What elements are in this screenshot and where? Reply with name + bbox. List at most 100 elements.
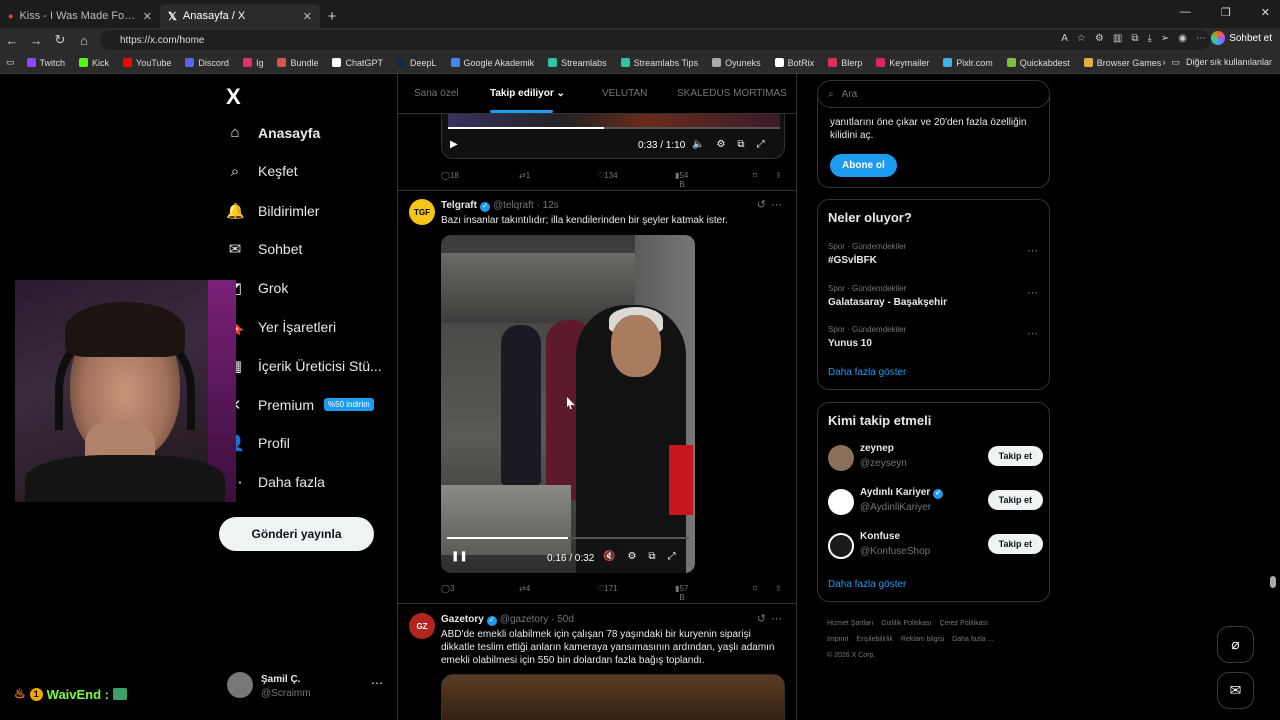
home-button-icon[interactable]: ⌂	[72, 33, 96, 48]
pip-icon[interactable]: ⧉	[737, 139, 744, 150]
reload-icon[interactable]: ↻	[48, 32, 72, 48]
sidebar-item-premium[interactable]: ✕Premium%50 indirim	[226, 396, 374, 414]
favorite-star-icon[interactable]: ☆	[1077, 33, 1086, 44]
bookmark-icon[interactable]: ⌑	[753, 584, 757, 593]
share-icon[interactable]: ⇪	[775, 584, 782, 593]
bookmark-item[interactable]: Oyuneks	[712, 58, 761, 68]
sidebar-item-more-circle[interactable]: ⋯Daha fazla	[226, 473, 325, 491]
follow-name[interactable]: Konfuse	[860, 531, 900, 542]
footer-link[interactable]: Daha fazla ...	[952, 636, 993, 643]
footer-link[interactable]: Gizlilik Politikası	[881, 620, 931, 627]
tweet-time[interactable]: 50d	[557, 614, 574, 625]
tweet-handle[interactable]: @gazetory	[500, 614, 549, 625]
bookmark-item[interactable]: Quickabdest	[1006, 58, 1070, 68]
footer-link[interactable]: Imprint	[827, 636, 848, 643]
minimize-icon[interactable]: —	[1180, 6, 1191, 19]
sidebar-item-search[interactable]: ⌕ Keşfet	[226, 163, 298, 180]
follow-suggestion[interactable]: Konfuse @KonfuseShop Takip et	[828, 531, 1043, 565]
play-icon[interactable]: ▶	[450, 139, 458, 150]
bookmark-item[interactable]: Streamlabs Tips	[620, 58, 698, 68]
bookmark-item[interactable]: Keymailer	[876, 58, 929, 68]
sidebar-item-home[interactable]: ⌂ Anasayfa	[226, 124, 320, 141]
back-icon[interactable]: ←	[0, 33, 24, 48]
reply-button[interactable]: ◯ 18	[441, 171, 459, 180]
trend-item[interactable]: Spor · Gündemdekiler Galatasaray - Başak…	[828, 284, 1038, 308]
close-window-icon[interactable]: ✕	[1261, 6, 1270, 19]
bookmark-item[interactable]: Browser Games	[1083, 58, 1161, 68]
sidebar-item-creator-studio[interactable]: ▦İçerik Üreticisi Stü...	[226, 357, 382, 375]
x-logo-icon[interactable]: X	[226, 84, 241, 110]
chevron-right-icon[interactable]: ›	[1162, 57, 1165, 68]
video-progress-bar[interactable]	[448, 127, 780, 129]
previous-tweet-video[interactable]: ▶ 0:33 / 1:10 🔈 ⚙ ⧉ ⤢	[441, 114, 785, 159]
collections-icon[interactable]: ⧉	[1131, 33, 1138, 44]
account-switcher[interactable]: Şamil Ç. @Scraimm ⋯	[227, 672, 387, 702]
footer-link[interactable]: © 2026 X Corp.	[827, 652, 875, 659]
copilot-chat-button[interactable]: Sohbet et	[1211, 31, 1272, 45]
bookmark-item[interactable]: YouTube	[123, 58, 171, 68]
like-button[interactable]: ♡ 171	[597, 584, 618, 593]
volume-icon[interactable]: 🔈	[692, 139, 704, 150]
bookmarks-menu-icon[interactable]: ▭	[6, 57, 15, 68]
menu-dots-icon[interactable]: ⋯	[1196, 33, 1206, 44]
bookmark-item[interactable]: Ig	[242, 58, 263, 68]
avatar[interactable]	[828, 489, 854, 515]
fullscreen-icon[interactable]: ⤢	[757, 139, 765, 150]
tweet-avatar[interactable]: GZ	[409, 613, 435, 639]
tweet-more-icon[interactable]: ⋯	[771, 198, 782, 211]
tweet-time[interactable]: 12s	[543, 200, 559, 211]
tweet-avatar[interactable]: TGF	[409, 199, 435, 225]
follow-name[interactable]: Aydınlı Kariyer ✓	[860, 487, 943, 499]
avatar[interactable]	[828, 533, 854, 559]
more-icon[interactable]: ⋯	[1027, 244, 1038, 257]
more-icon[interactable]: ⋯	[1027, 327, 1038, 340]
tab-sana-ozel[interactable]: Sana özel	[414, 88, 458, 99]
close-icon[interactable]: ✕	[143, 10, 152, 23]
bookmark-item[interactable]: ChatGPT	[332, 58, 383, 68]
tweet-more-icon[interactable]: ⋯	[771, 612, 782, 625]
pip-icon[interactable]: ⧉	[648, 551, 655, 562]
tweet-author[interactable]: Telgraft	[441, 200, 477, 211]
share-icon[interactable]: ⇪	[775, 171, 782, 180]
footer-link[interactable]: Çerez Politikası	[939, 620, 988, 627]
views-button[interactable]: ▮ 57 B	[675, 584, 688, 602]
repost-button[interactable]: ⇄ 4	[519, 584, 530, 593]
sidebar-item-bell[interactable]: 🔔 Bildirimler	[226, 202, 319, 220]
reply-button[interactable]: ◯ 3	[441, 584, 454, 593]
like-button[interactable]: ♡ 134	[597, 171, 618, 180]
settings-icon[interactable]: ⚙	[716, 139, 725, 150]
scrollbar-thumb[interactable]	[1270, 576, 1276, 588]
bookmark-item[interactable]: DeepL	[397, 58, 437, 68]
grok-fab-icon[interactable]: ⌀	[1217, 626, 1254, 663]
split-screen-icon[interactable]: ▥	[1113, 33, 1122, 44]
bookmark-item[interactable]: Kick	[79, 58, 109, 68]
sidebar-item-bookmark[interactable]: 🔖Yer İşaretleri	[226, 318, 336, 336]
settings-icon[interactable]: ⚙	[627, 551, 636, 562]
scrollbar[interactable]	[1269, 74, 1277, 720]
avatar[interactable]	[828, 445, 854, 471]
more-icon[interactable]: ⋯	[1027, 286, 1038, 299]
bookmark-item[interactable]: Twitch	[26, 58, 65, 68]
bookmark-item[interactable]: BotRix	[774, 58, 814, 68]
tweet-media[interactable]	[441, 674, 785, 720]
other-bookmarks[interactable]: › ▭ Diğer sık kullanılanlar	[1162, 57, 1272, 68]
tab-velutan[interactable]: VELUTAN	[602, 88, 647, 99]
follow-button[interactable]: Takip et	[987, 534, 1043, 554]
repost-button[interactable]: ⇄ 1	[519, 171, 530, 180]
post-button[interactable]: Gönderi yayınla	[219, 517, 374, 551]
share-icon[interactable]: ➢	[1161, 33, 1169, 44]
follow-suggestion[interactable]: zeynep @zeyseyn Takip et	[828, 443, 1043, 477]
search-input[interactable]: ⌕ Ara	[817, 80, 1050, 108]
read-aloud-icon[interactable]: A	[1061, 33, 1068, 44]
profile-avatar-icon[interactable]: ◉	[1178, 33, 1187, 44]
follow-button[interactable]: Takip et	[987, 446, 1043, 466]
grok-explain-icon[interactable]: ↺	[757, 612, 766, 625]
sidebar-item-mail[interactable]: ✉ Sohbet	[226, 240, 303, 258]
pause-icon[interactable]: ❚❚	[451, 551, 468, 562]
url-field[interactable]: https://x.com/home	[100, 30, 1210, 50]
mute-icon[interactable]: 🔇	[603, 551, 615, 562]
new-tab-button[interactable]: +	[320, 4, 344, 28]
browser-tab-active[interactable]: 𝕏 Anasayfa / X ✕	[160, 4, 320, 28]
follow-button[interactable]: Takip et	[987, 490, 1043, 510]
footer-link[interactable]: Reklam bilgisi	[901, 636, 944, 643]
